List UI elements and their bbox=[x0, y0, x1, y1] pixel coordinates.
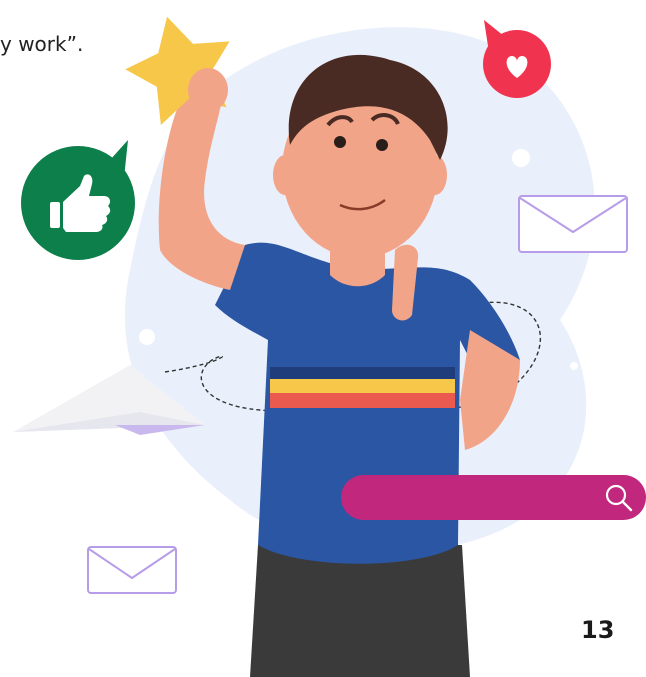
search-bar[interactable] bbox=[341, 475, 646, 520]
thumbs-up-badge bbox=[21, 140, 135, 260]
page-number: 13 bbox=[581, 616, 615, 644]
envelope-icon-bottom bbox=[87, 546, 177, 594]
heart-badge bbox=[483, 20, 551, 98]
pants bbox=[250, 545, 470, 677]
illustration bbox=[13, 16, 628, 677]
envelope-icon-right bbox=[518, 195, 628, 253]
search-icon[interactable] bbox=[604, 483, 634, 513]
quote-text: y work”. bbox=[0, 32, 84, 56]
